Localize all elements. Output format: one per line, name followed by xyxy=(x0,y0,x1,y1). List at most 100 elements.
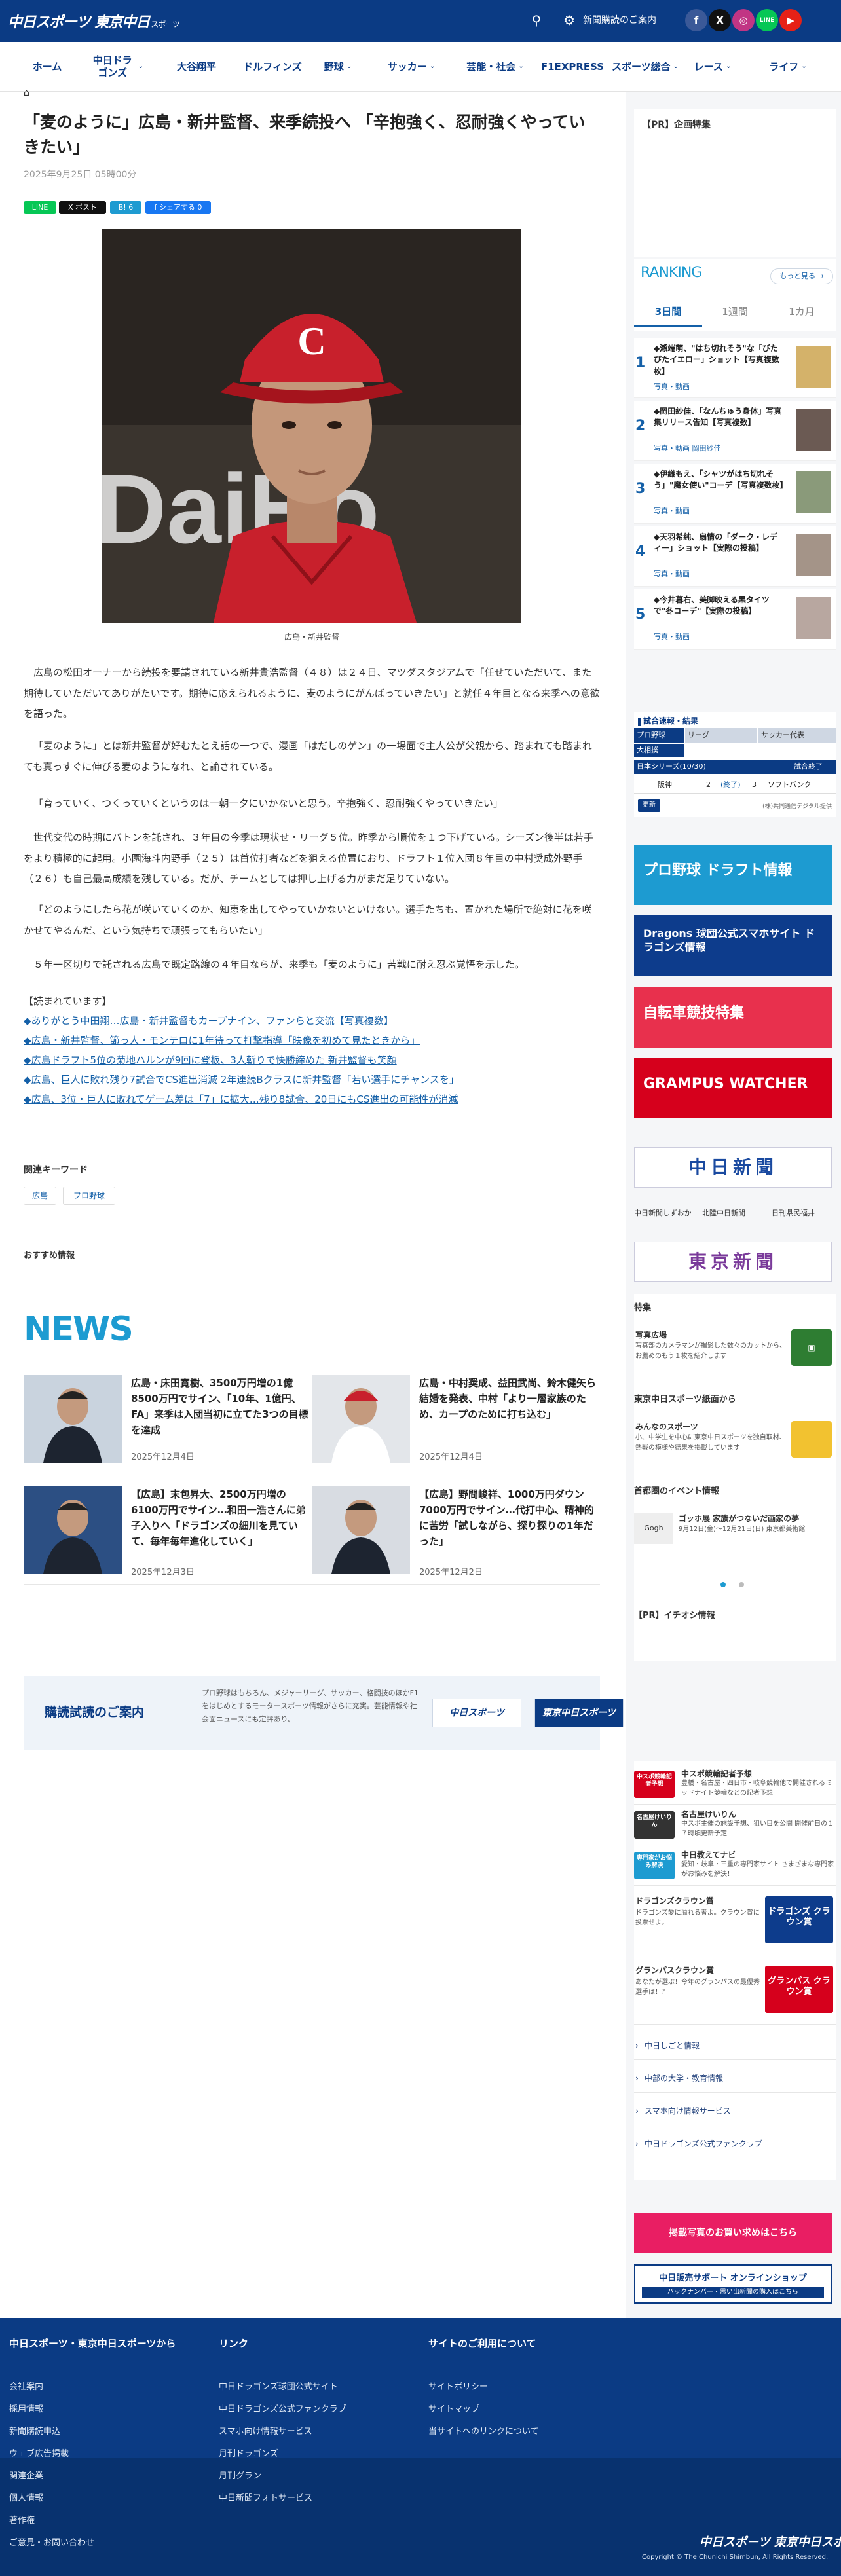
carousel-dot-2[interactable] xyxy=(739,1582,744,1587)
footer-col3-link-2[interactable]: 当サイトへのリンクについて xyxy=(428,2424,539,2437)
footer-col2-link-2[interactable]: スマホ向け情報サービス xyxy=(219,2424,312,2437)
score-row[interactable]: 阪神 2 (終了) 3 ソフトバンク xyxy=(634,777,836,794)
share-button-1[interactable]: X ポスト xyxy=(59,201,106,214)
crown-row[interactable]: グランパスクラウン賞 あなたが選ぶ！今年のグランパスの最優秀選手は！？ グランパス … xyxy=(634,1959,836,2025)
pr-row[interactable]: 専門家がお悩み解決 中日教えてナビ 愛知・岐阜・三重の専門家サイト さまざまな専門家… xyxy=(634,1847,836,1886)
keyword-tag[interactable]: プロ野球 xyxy=(63,1187,115,1205)
event-gogh[interactable]: Gogh ゴッホ展 家族がつないだ画家の夢 9月12日(金)〜12月21日(日)… xyxy=(634,1510,836,1549)
footer-col1-link-1[interactable]: 採用情報 xyxy=(9,2402,43,2414)
nav-item-2[interactable]: 大谷翔平 xyxy=(156,42,237,92)
nav-item-1[interactable]: 中日ドラゴンズ ⌄ xyxy=(80,42,153,92)
special-photo-plaza[interactable]: 写真広場 写真部のカメラマンが撮影した数々のカットから、お薦めのもう１枚を紹介し… xyxy=(634,1327,836,1374)
score-widget: 試合速報・結果 大相撲 日本シリーズ(10/30) 試合終了 阪神 2 (終了) … xyxy=(634,712,836,817)
nav-item-6[interactable]: 芸能・社会 ⌄ xyxy=(455,42,536,92)
chunichi-newspaper-link[interactable]: 中日新聞 xyxy=(634,1147,832,1188)
score-subtab-sumo[interactable]: 大相撲 xyxy=(634,744,684,757)
footer-col2-link-0[interactable]: 中日ドラゴンズ球団公式サイト xyxy=(219,2380,338,2392)
footer-col1_lower-link-0[interactable]: 関連企業 xyxy=(9,2469,43,2481)
footer-logo[interactable]: 中日スポーツ 東京中日スポーツ xyxy=(700,2533,841,2550)
home-icon[interactable]: ⌂ xyxy=(24,88,29,98)
minna-no-sports[interactable]: みんなのスポーツ 小、中学生を中心に東京中日スポーツを独自取材、熱戦の模様や結果… xyxy=(634,1418,836,1465)
tokyo-newspaper-link[interactable]: 東京新聞 xyxy=(634,1242,832,1282)
site-logo[interactable]: 中日スポーツ 東京中日 スポーツ xyxy=(8,10,180,31)
chunichi-sublink-1[interactable]: 北陸中日新聞 xyxy=(702,1207,745,1218)
side-link-3[interactable]: 中日ドラゴンズ公式ファンクラブ xyxy=(634,2129,836,2158)
nav-item-3[interactable]: ドルフィンズ xyxy=(236,42,309,92)
ranking-tab-0[interactable]: 3日間 xyxy=(634,296,702,327)
pr-row-icon: 中スポ競輪記者予想 xyxy=(634,1771,675,1798)
footer-col3-link-1[interactable]: サイトマップ xyxy=(428,2402,479,2414)
tokyo-chunichi-sports-logo[interactable]: 東京中日スポーツ xyxy=(534,1699,624,1727)
share-button-3[interactable]: f シェアする 0 xyxy=(145,201,211,214)
search-icon[interactable]: ⚲ xyxy=(527,10,546,30)
news-card[interactable]: 広島・中村奨成、益田武尚、鈴木健矢ら結婚を発表、中村「より一層家族のため、カープ… xyxy=(312,1375,600,1473)
keyword-tag[interactable]: 広島 xyxy=(24,1187,56,1205)
nav-item-4[interactable]: 野球 ⌄ xyxy=(308,42,368,92)
gear-icon[interactable]: ⚙ xyxy=(559,10,579,30)
news-card[interactable]: 【広島】末包昇大、2500万円増の6100万円でサイン…和田一浩さんに弟子入りへ… xyxy=(24,1486,312,1585)
footer-col1-link-0[interactable]: 会社案内 xyxy=(9,2380,43,2392)
related-link-1[interactable]: ◆広島・新井監督、節っ人・モンテロに1年待って打撃指導「映像を初めて見たときから… xyxy=(24,1033,420,1047)
footer-col1-link-2[interactable]: 新聞購読申込 xyxy=(9,2424,60,2437)
ranking-tab-2[interactable]: 1カ月 xyxy=(768,296,836,327)
line-icon[interactable]: LINE xyxy=(756,9,778,31)
chunichi-sublink-2[interactable]: 日刊県民福井 xyxy=(772,1207,815,1218)
footer-col2-link-3[interactable]: 月刊ドラゴンズ xyxy=(219,2446,278,2459)
score-tab-1[interactable]: リーグ xyxy=(685,728,757,743)
score-tab-2[interactable]: サッカー代表 xyxy=(758,728,836,743)
instagram-icon[interactable]: ◎ xyxy=(732,9,755,31)
nav-item-9[interactable]: レース ⌄ xyxy=(682,42,743,92)
side-link-1[interactable]: 中部の大学・教育情報 xyxy=(634,2064,836,2093)
footer-col2_lower-link-1[interactable]: 中日新聞フォトサービス xyxy=(219,2491,312,2503)
related-link-3[interactable]: ◆広島、巨人に敗れ残り7試合でCS進出消滅 2年連続Bクラスに新井監督「若い選手… xyxy=(24,1073,459,1086)
subscribe-link[interactable]: 新聞購読のご案内 xyxy=(583,13,656,26)
ranking-item[interactable]: 1 ◆瀬端萌、"はち切れそう"な「びたびたイエロー」ショット【写真複数枚】 写真・動… xyxy=(634,338,836,398)
nav-item-8[interactable]: スポーツ総合 ⌄ xyxy=(609,42,681,92)
subscription-box[interactable]: 購読試読のご案内 プロ野球はもちろん、メジャーリーグ、サッカー、格闘技のほかF1… xyxy=(24,1676,624,1750)
score-tab-0[interactable]: プロ野球 xyxy=(634,728,684,743)
score-update-button[interactable]: 更新 xyxy=(638,799,660,812)
share-button-0[interactable]: LINE xyxy=(24,201,56,214)
footer-col2-link-1[interactable]: 中日ドラゴンズ公式ファンクラブ xyxy=(219,2402,346,2414)
related-link-4[interactable]: ◆広島、3位・巨人に敗れてゲーム差は「7」に拡大…残り8試合、20日にもCS進出… xyxy=(24,1092,458,1106)
youtube-icon[interactable]: ▶ xyxy=(779,9,802,31)
nav-item-7[interactable]: F1EXPRESS xyxy=(537,42,608,92)
related-link-2[interactable]: ◆広島ドラフト5位の菊地ハルンが9回に登板、3人斬りで快勝締めた 新井監督も笑顔 xyxy=(24,1053,397,1067)
footer-col3-link-0[interactable]: サイトポリシー xyxy=(428,2380,488,2392)
ranking-item[interactable]: 4 ◆天羽希純、扇情の「ダーク・レディー」ショット【実際の投稿】 写真・動画 xyxy=(634,526,836,587)
news-card[interactable]: 広島・床田寛樹、3500万円増の1億8500万円でサイン、「10年、1億円、FA… xyxy=(24,1375,312,1473)
related-link-0[interactable]: ◆ありがとう中田翔…広島・新井監督もカープナイン、ファンらと交流【写真複数】 xyxy=(24,1014,394,1027)
footer-col1_lower-link-3[interactable]: ご意見・お問い合わせ xyxy=(9,2535,94,2548)
crown-title: グランパスクラウン賞 xyxy=(635,1966,715,1975)
side-link-0[interactable]: 中日しごと情報 xyxy=(634,2031,836,2060)
carousel-dot-1[interactable] xyxy=(720,1582,726,1587)
nav-item-5[interactable]: サッカー ⌄ xyxy=(371,42,452,92)
footer-col2_lower-link-0[interactable]: 月刊グラン xyxy=(219,2469,261,2481)
pr-row[interactable]: 名古屋けいりん 名古屋けいりん 中スポ主催の施設予想、狙い目を公開 開催前日の１７時… xyxy=(634,1806,836,1845)
share-button-2[interactable]: B! 6 xyxy=(110,201,141,214)
news-card[interactable]: 【広島】野間峻祥、1000万円ダウン7000万円でサイン…代打中心、精神的に苦労… xyxy=(312,1486,600,1585)
side-link-2[interactable]: スマホ向け情報サービス xyxy=(634,2097,836,2125)
footer-col1_lower-link-2[interactable]: 著作権 xyxy=(9,2513,35,2526)
ranking-tab-1[interactable]: 1週間 xyxy=(702,296,768,327)
pr-row[interactable]: 中スポ競輪記者予想 中スポ競輪記者予想 豊橋・名古屋・四日市・岐阜競輪他で開催される… xyxy=(634,1765,836,1805)
ranking-more-link[interactable]: もっと見る → xyxy=(770,268,833,284)
x-icon[interactable]: X xyxy=(709,9,731,31)
grampus-banner[interactable]: GRAMPUS WATCHER xyxy=(634,1058,832,1118)
dragons-banner[interactable]: Dragons 球団公式スマホサイト ドラゴンズ情報 xyxy=(634,915,832,976)
nav-item-10[interactable]: ライフ ⌄ xyxy=(745,42,831,92)
draft-banner[interactable]: プロ野球 ドラフト情報 xyxy=(634,845,832,905)
bicycle-race-banner[interactable]: 自転車競技特集 xyxy=(634,987,832,1048)
online-shop-banner[interactable]: 中日販売サポート オンラインショップ バックナンバー・思い出新聞の購入はこちら xyxy=(634,2264,832,2304)
chunichi-sublink-0[interactable]: 中日新聞しずおか xyxy=(634,1207,692,1218)
facebook-icon[interactable]: f xyxy=(685,9,707,31)
crown-row[interactable]: ドラゴンズクラウン賞 ドラゴンズ愛に溢れる者よ。クラウン賞に投票せよ。 ドラゴンズ … xyxy=(634,1890,836,1955)
ranking-item[interactable]: 2 ◆岡田紗佳、「なんちゅう身体」写真集リリース告知【写真複数】 写真・動画 岡田紗… xyxy=(634,401,836,461)
chunichi-sports-logo[interactable]: 中日スポーツ xyxy=(432,1699,521,1727)
ranking-item[interactable]: 3 ◆伊織もえ、「シャツがはち切れそう」"魔女使い"コーデ【写真複数枚】 写真・動画 xyxy=(634,464,836,524)
nav-item-0[interactable]: ホーム xyxy=(9,42,85,92)
ranking-item[interactable]: 5 ◆今井暮右、美脚映える黒タイツで"冬コーデ"【実際の投稿】 写真・動画 xyxy=(634,589,836,650)
photo-service-banner[interactable]: 掲載写真のお買い求めはこちら xyxy=(634,2213,832,2253)
footer-col1-link-3[interactable]: ウェブ広告掲載 xyxy=(9,2446,69,2459)
footer-col1_lower-link-1[interactable]: 個人情報 xyxy=(9,2491,43,2503)
